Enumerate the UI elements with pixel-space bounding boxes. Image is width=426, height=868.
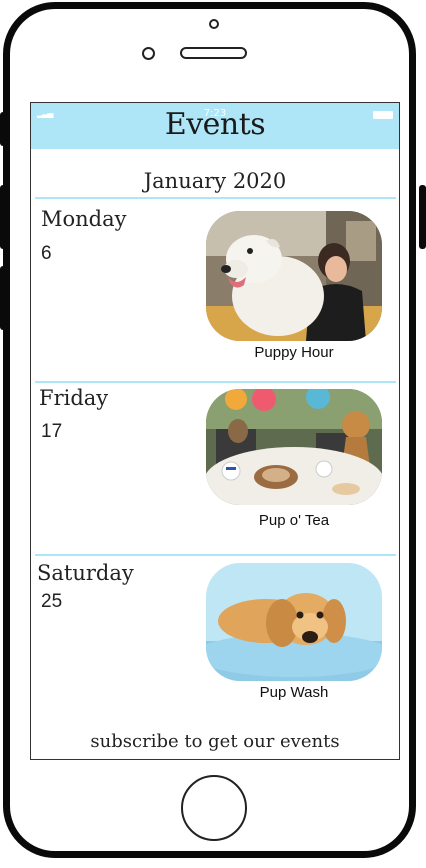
event-day: 25 (41, 591, 63, 612)
event-day: 6 (41, 243, 52, 264)
subscribe-link[interactable]: subscribe to get our events (31, 731, 399, 752)
page-title: Events (164, 107, 266, 142)
front-sensor (209, 19, 219, 29)
app-screen: ▂▃▄ 7:23 Events January 2020 Monday 6 Pu… (30, 102, 400, 760)
event-image-pup-o-tea[interactable] (206, 389, 382, 505)
event-weekday: Saturday (37, 561, 134, 585)
event-image-puppy-hour[interactable] (206, 211, 382, 341)
event-weekday: Friday (39, 386, 109, 410)
event-name: Pup o' Tea (258, 512, 330, 529)
month-heading: January 2020 (143, 169, 287, 193)
pup-wash-photo (206, 563, 382, 681)
divider (35, 197, 396, 199)
header-bar: ▂▃▄ 7:23 Events (31, 103, 399, 149)
divider (35, 554, 396, 556)
front-camera (142, 47, 155, 60)
event-weekday: Monday (41, 207, 127, 231)
puppy-hour-photo (206, 211, 382, 341)
earpiece-speaker (180, 47, 247, 59)
divider (35, 381, 396, 383)
pup-o-tea-photo (206, 389, 382, 505)
side-button-power[interactable] (419, 185, 426, 249)
event-image-pup-wash[interactable] (206, 563, 382, 681)
event-name: Puppy Hour (254, 344, 334, 361)
home-button[interactable] (181, 775, 247, 841)
event-day: 17 (41, 421, 63, 442)
event-name: Pup Wash (259, 684, 329, 701)
